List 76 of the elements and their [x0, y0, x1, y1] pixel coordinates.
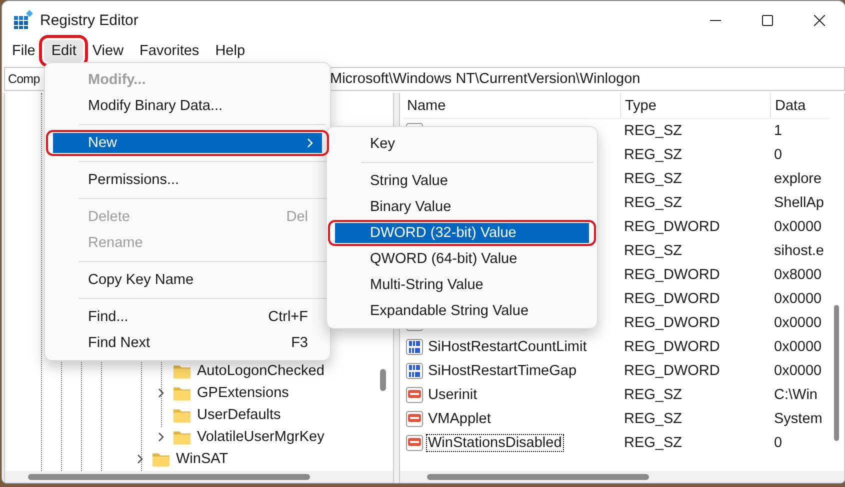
- menu-item[interactable]: Find... Ctrl+F: [46, 304, 329, 330]
- value-type: REG_DWORD: [623, 363, 721, 379]
- folder-icon: [173, 406, 191, 424]
- scrollbar-thumb[interactable]: [28, 474, 310, 480]
- value-type: REG_SZ: [623, 171, 684, 187]
- value-data: 0x0000: [773, 219, 823, 235]
- value-name[interactable]: VMApplet: [426, 410, 493, 428]
- tree-item[interactable]: VolatileUserMgrKey: [197, 429, 324, 445]
- value-type: REG_SZ: [623, 387, 684, 403]
- value-type: REG_SZ: [623, 147, 684, 163]
- app-icon: [13, 10, 33, 30]
- window-title: Registry Editor: [40, 12, 140, 28]
- expand-chevron-icon[interactable]: [157, 388, 165, 398]
- close-icon: [814, 14, 824, 26]
- value-data: 0x8000: [773, 267, 823, 283]
- value-data: ShellAp: [773, 195, 825, 211]
- value-data: 0x0000: [773, 339, 823, 355]
- scrollbar-thumb[interactable]: [380, 369, 386, 391]
- value-type: REG_SZ: [623, 195, 684, 211]
- tree-item[interactable]: GPExtensions: [197, 385, 289, 401]
- value-type: REG_DWORD: [623, 339, 721, 355]
- value-type: REG_SZ: [623, 435, 684, 451]
- scrollbar-thumb[interactable]: [834, 305, 839, 441]
- menu-item[interactable]: Find Next F3: [46, 330, 329, 356]
- value-name[interactable]: SiHostRestartTimeGap: [426, 362, 579, 380]
- value-data: 0: [773, 435, 784, 451]
- expand-chevron-icon[interactable]: [136, 454, 144, 464]
- value-data: C:\Win: [773, 387, 818, 403]
- address-text: Comp: [8, 72, 40, 86]
- menu-item[interactable]: Binary Value: [328, 194, 596, 220]
- value-data: System: [773, 411, 824, 427]
- menu-item[interactable]: String Value: [328, 168, 596, 194]
- menu-item[interactable]: File: [5, 40, 42, 62]
- expand-chevron-icon[interactable]: [157, 432, 165, 442]
- value-type: REG_SZ: [623, 123, 684, 139]
- value-name[interactable]: WinStationsDisabled: [426, 434, 564, 452]
- menu-item[interactable]: Permissions...: [46, 167, 329, 193]
- menu-item[interactable]: QWORD (64-bit) Value: [328, 246, 596, 272]
- value-data: 0x0000: [773, 363, 823, 379]
- tree-item[interactable]: WinSAT: [176, 451, 228, 467]
- value-type: REG_DWORD: [623, 267, 721, 283]
- value-type: REG_SZ: [623, 243, 684, 259]
- menu-item[interactable]: DWORD (32-bit) Value: [328, 220, 596, 246]
- value-name[interactable]: Userinit: [426, 386, 480, 404]
- folder-icon: [152, 450, 170, 468]
- address-text: Microsoft\Windows NT\CurrentVersion\Winlogon: [330, 71, 640, 87]
- submenu-chevron-icon: [306, 138, 314, 148]
- menu-item[interactable]: Multi-String Value: [328, 272, 596, 298]
- menu-item[interactable]: New: [46, 130, 329, 156]
- menu-item[interactable]: Modify Binary Data...: [46, 93, 329, 119]
- value-type: REG_DWORD: [623, 219, 721, 235]
- menu-item[interactable]: Favorites: [132, 40, 206, 62]
- value-type: REG_SZ: [623, 411, 684, 427]
- tree-item[interactable]: AutoLogonChecked: [197, 363, 324, 379]
- column-header[interactable]: Type: [621, 93, 771, 118]
- value-data: explore: [773, 171, 823, 187]
- tree-item[interactable]: UserDefaults: [197, 407, 281, 423]
- folder-icon: [173, 384, 191, 402]
- menu-item[interactable]: Key: [328, 131, 596, 157]
- scrollbar-thumb[interactable]: [427, 474, 649, 480]
- value-data: sihost.e: [773, 243, 825, 259]
- value-data: 1: [773, 123, 784, 139]
- folder-icon: [173, 428, 191, 446]
- menu-item[interactable]: Copy Key Name: [46, 267, 329, 293]
- value-name[interactable]: SiHostRestartCountLimit: [426, 338, 589, 356]
- value-data: 0x0000: [773, 315, 823, 331]
- menu-item[interactable]: Edit: [44, 40, 84, 62]
- menu-item[interactable]: Help: [208, 40, 252, 62]
- folder-icon: [173, 362, 191, 380]
- value-type: REG_DWORD: [623, 291, 721, 307]
- column-header[interactable]: Name: [403, 93, 621, 118]
- value-type: REG_DWORD: [623, 315, 721, 331]
- value-data: 0x0000: [773, 291, 823, 307]
- menu-item[interactable]: View: [85, 40, 131, 62]
- maximize-icon: [762, 14, 772, 26]
- value-data: 0: [773, 147, 784, 163]
